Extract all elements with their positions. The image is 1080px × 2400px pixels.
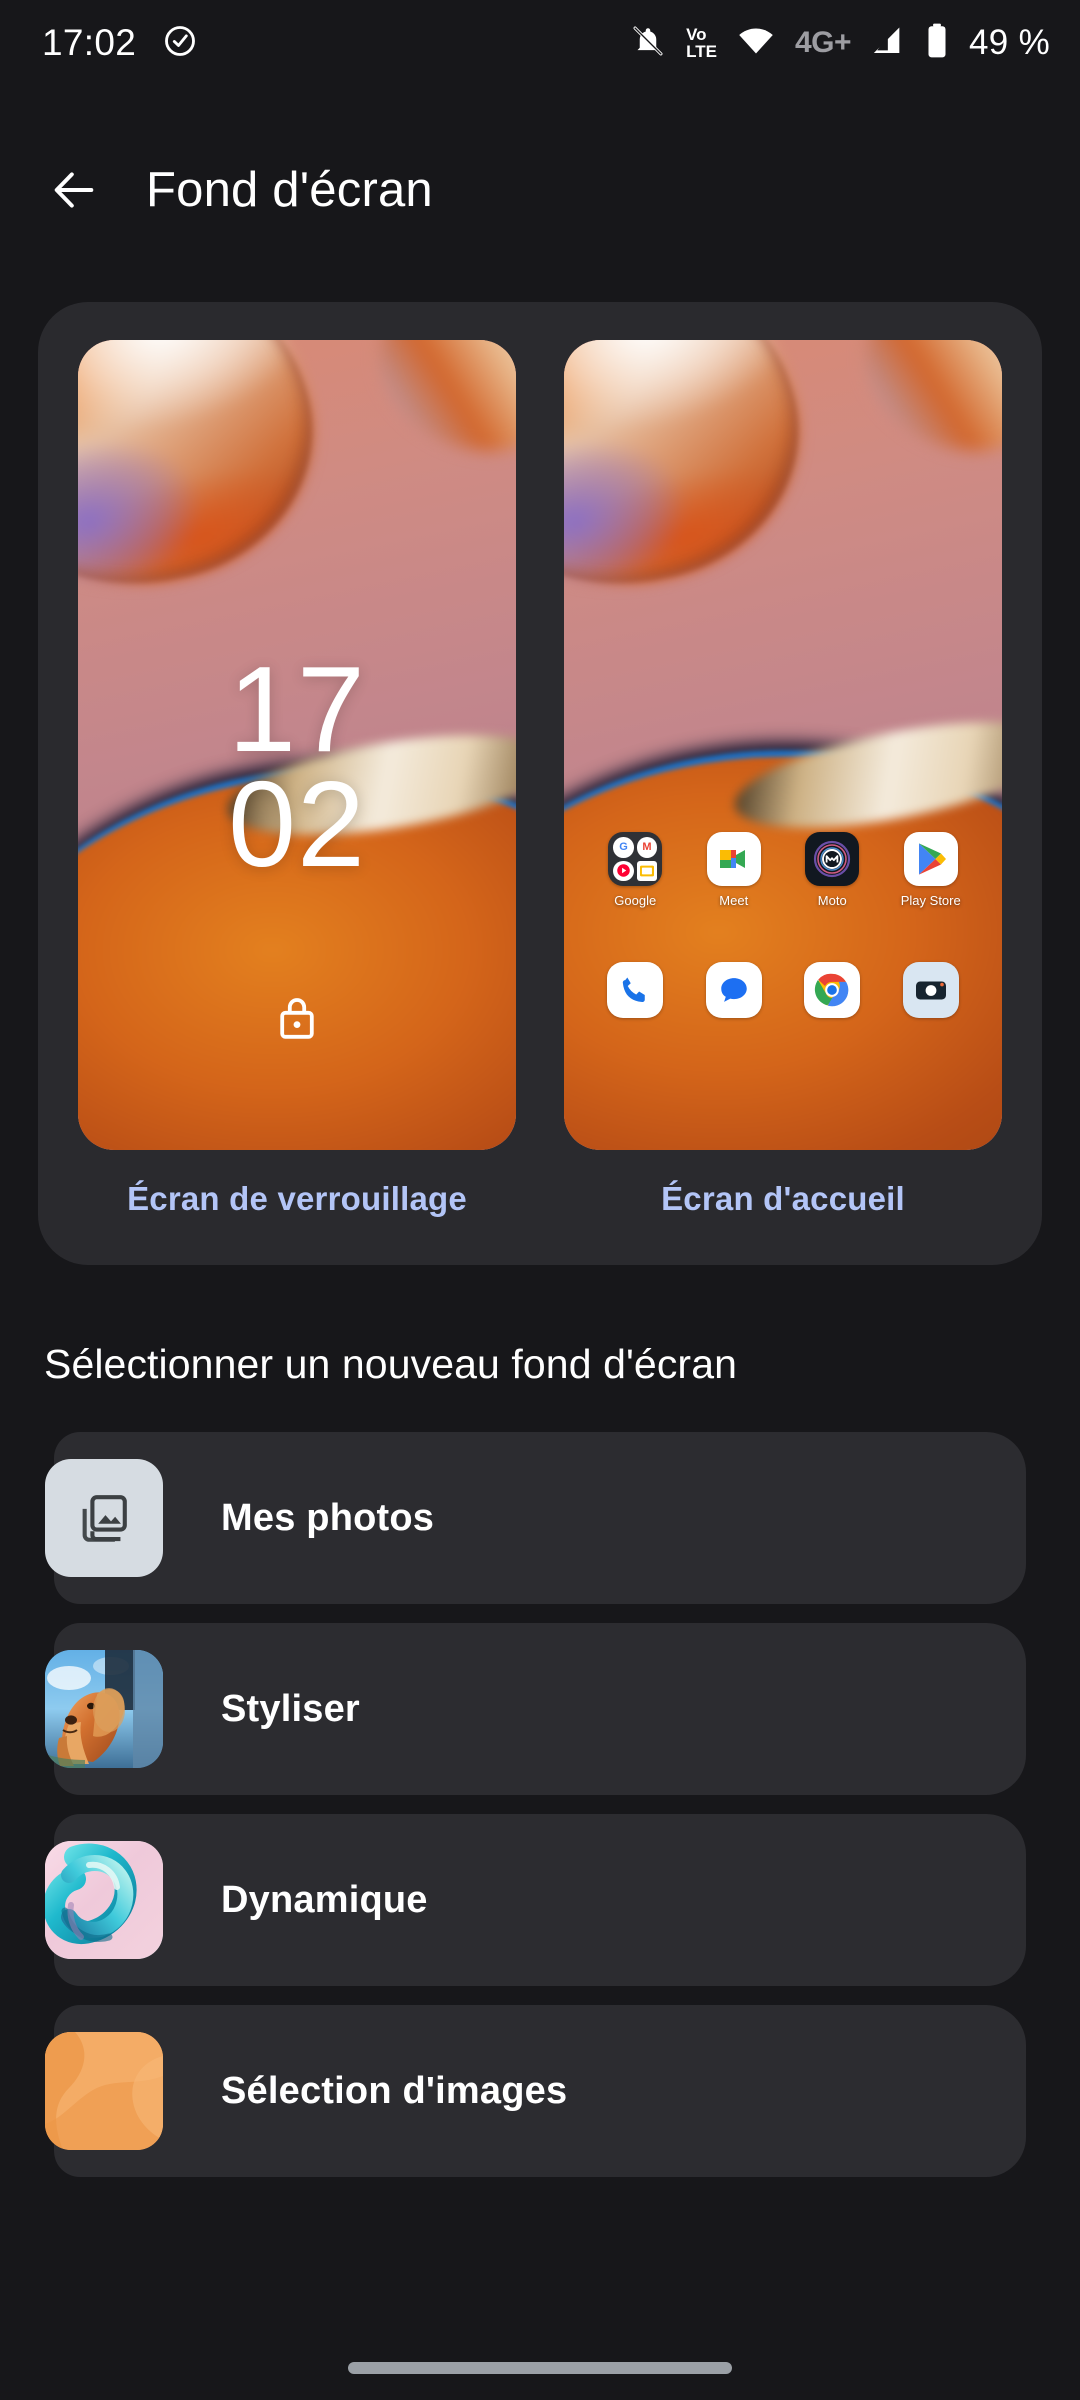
wallpaper-source-list: Mes photos Styliser Dynamique Sélection … xyxy=(45,1432,1026,2196)
google-meet-icon xyxy=(706,832,761,886)
lock-icon xyxy=(273,992,321,1049)
list-item-label: Mes photos xyxy=(221,1496,435,1539)
status-bar-right: Vo LTE 4G+ 49 % xyxy=(630,23,1050,64)
home-dock xyxy=(564,962,1002,1018)
chrome-icon[interactable] xyxy=(804,962,861,1018)
volte-icon: Vo LTE xyxy=(686,24,717,61)
google-folder-icon: G M xyxy=(608,832,663,886)
section-title: Sélectionner un nouveau fond d'écran xyxy=(44,1341,737,1387)
clock-minutes: 02 xyxy=(228,755,366,892)
home-screen-preview[interactable]: G M Google Meet Moto Play Store xyxy=(564,340,1002,1150)
wallpaper-preview-card: 17 02 G M Google Meet Moto Play Store Éc… xyxy=(38,302,1042,1265)
home-app-item[interactable]: Play Store xyxy=(893,832,969,908)
orange-gradient-thumbnail xyxy=(45,2032,163,2150)
list-item-dynamique[interactable]: Dynamique xyxy=(45,1814,1026,1986)
list-item-mes-photos[interactable]: Mes photos xyxy=(45,1432,1026,1604)
status-bar-clock: 17:02 xyxy=(42,22,137,63)
clock-hours: 17 xyxy=(228,641,366,777)
dog-photo-thumbnail xyxy=(45,1650,163,1768)
network-type-label: 4G+ xyxy=(794,26,852,59)
preview-row: 17 02 G M Google Meet Moto Play Store xyxy=(78,340,1002,1150)
gesture-home-pill[interactable] xyxy=(348,2362,732,2374)
back-button[interactable] xyxy=(26,142,122,238)
tab-home-screen[interactable]: Écran d'accueil xyxy=(564,1180,1002,1218)
list-item-label: Sélection d'images xyxy=(221,2069,568,2112)
list-item-label: Styliser xyxy=(221,1687,360,1730)
check-circle-icon xyxy=(162,23,198,64)
battery-icon xyxy=(925,23,949,64)
list-item-label: Dynamique xyxy=(221,1878,428,1921)
abstract-3d-thumbnail xyxy=(45,1841,163,1959)
status-bar: 17:02 Vo LTE 4G+ 49 % xyxy=(0,0,1080,86)
preview-tabs: Écran de verrouillage Écran d'accueil xyxy=(78,1180,1002,1218)
play-store-icon xyxy=(903,832,958,886)
battery-percent-label: 49 % xyxy=(969,23,1050,62)
lock-screen-preview[interactable]: 17 02 xyxy=(78,340,516,1150)
moto-icon xyxy=(805,832,860,886)
back-arrow-icon xyxy=(54,172,94,208)
messages-icon[interactable] xyxy=(705,962,762,1018)
home-app-item[interactable]: G M Google xyxy=(597,832,673,908)
list-item-selection-images[interactable]: Sélection d'images xyxy=(45,2005,1026,2177)
home-app-item[interactable]: Meet xyxy=(696,832,772,908)
home-screen-wallpaper xyxy=(564,340,1002,1150)
tab-lock-screen[interactable]: Écran de verrouillage xyxy=(78,1180,516,1218)
camera-icon[interactable] xyxy=(902,962,959,1018)
home-app-label: Moto xyxy=(817,893,847,908)
home-app-grid: G M Google Meet Moto Play Store xyxy=(564,832,1002,908)
notifications-muted-icon xyxy=(630,23,666,64)
wifi-icon xyxy=(737,25,775,62)
lock-screen-clock: 17 02 xyxy=(78,641,516,892)
status-bar-left: 17:02 xyxy=(42,22,198,64)
list-item-styliser[interactable]: Styliser xyxy=(45,1623,1026,1795)
home-app-label: Google xyxy=(614,893,657,908)
app-header: Fond d'écran xyxy=(0,135,1080,245)
home-app-label: Play Store xyxy=(900,893,961,908)
cellular-signal-icon xyxy=(871,24,905,63)
phone-icon[interactable] xyxy=(607,962,664,1018)
page-title: Fond d'écran xyxy=(146,163,433,217)
home-app-item[interactable]: Moto xyxy=(794,832,870,908)
home-app-label: Meet xyxy=(719,893,749,908)
photo-library-icon xyxy=(45,1459,163,1577)
